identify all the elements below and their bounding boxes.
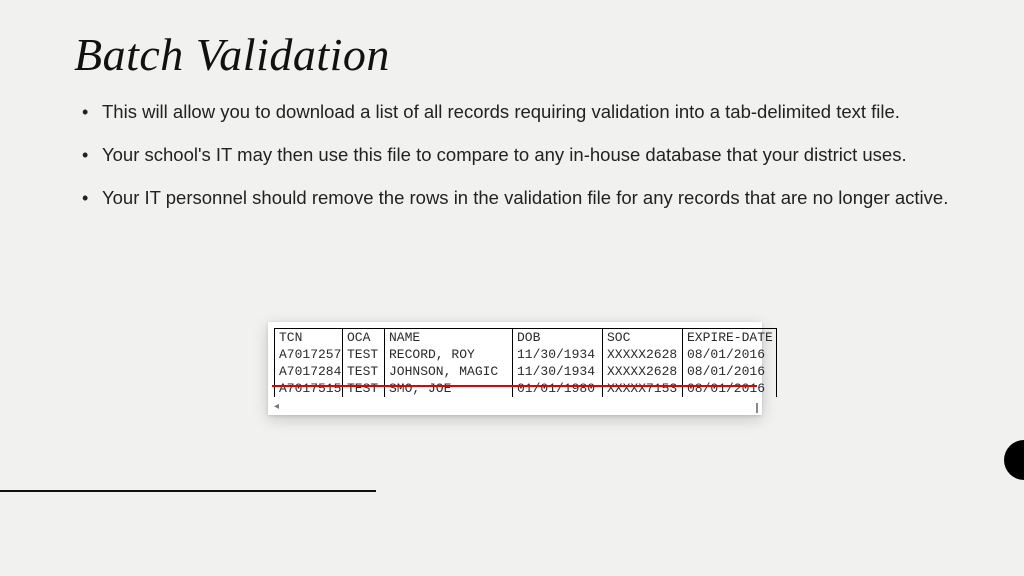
- cell-soc: XXXXX7153: [603, 380, 683, 397]
- table-row: A7017284 TEST JOHNSON, MAGIC 11/30/1934 …: [275, 363, 777, 380]
- table-row-removed: A7017515 TEST SMO, JOE 01/01/1980 XXXXX7…: [275, 380, 777, 397]
- cell-dob: 01/01/1980: [513, 380, 603, 397]
- slide-title: Batch Validation: [74, 28, 390, 81]
- records-table-card: TCN OCA NAME DOB SOC EXPIRE-DATE A701725…: [268, 322, 762, 415]
- col-header-tcn: TCN: [275, 329, 343, 347]
- cell-expire: 08/01/2016: [683, 363, 777, 380]
- table-row: A7017257 TEST RECORD, ROY 11/30/1934 XXX…: [275, 346, 777, 363]
- cell-expire: 08/01/2016: [683, 380, 777, 397]
- records-table: TCN OCA NAME DOB SOC EXPIRE-DATE A701725…: [274, 328, 777, 397]
- cell-soc: XXXXX2628: [603, 346, 683, 363]
- scroll-left-icon: ◂: [274, 401, 279, 412]
- cell-tcn: A7017284: [275, 363, 343, 380]
- col-header-expire: EXPIRE-DATE: [683, 329, 777, 347]
- cell-name: RECORD, ROY: [385, 346, 513, 363]
- col-header-dob: DOB: [513, 329, 603, 347]
- corner-dot-icon: [1004, 440, 1024, 480]
- bullet-item: Your school's IT may then use this file …: [80, 143, 960, 168]
- accent-underline: [0, 490, 376, 492]
- cell-name: SMO, JOE: [385, 380, 513, 397]
- cell-oca: TEST: [343, 363, 385, 380]
- cell-tcn: A7017515: [275, 380, 343, 397]
- bullet-item: This will allow you to download a list o…: [80, 100, 960, 125]
- table-header-row: TCN OCA NAME DOB SOC EXPIRE-DATE: [275, 329, 777, 347]
- cell-oca: TEST: [343, 346, 385, 363]
- cell-dob: 11/30/1934: [513, 346, 603, 363]
- bullet-item: Your IT personnel should remove the rows…: [80, 186, 960, 211]
- cell-tcn: A7017257: [275, 346, 343, 363]
- cell-expire: 08/01/2016: [683, 346, 777, 363]
- bullet-list: This will allow you to download a list o…: [80, 100, 960, 229]
- col-header-name: NAME: [385, 329, 513, 347]
- cell-name: JOHNSON, MAGIC: [385, 363, 513, 380]
- cell-oca: TEST: [343, 380, 385, 397]
- cell-soc: XXXXX2628: [603, 363, 683, 380]
- col-header-soc: SOC: [603, 329, 683, 347]
- scroll-end-icon: [756, 403, 758, 413]
- col-header-oca: OCA: [343, 329, 385, 347]
- cell-dob: 11/30/1934: [513, 363, 603, 380]
